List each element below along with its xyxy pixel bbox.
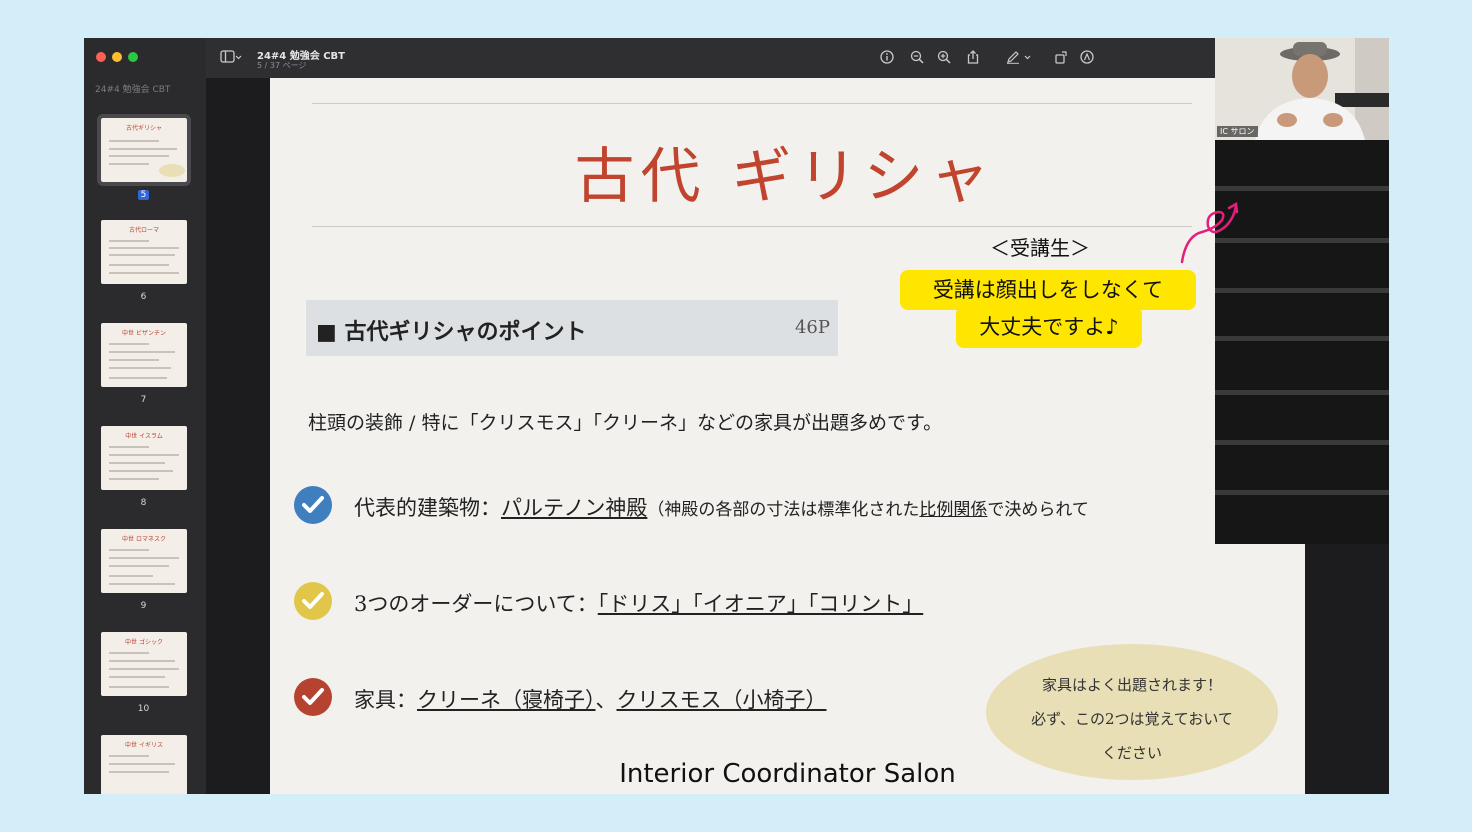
title-rule — [312, 226, 1192, 227]
item-term: 「ドリス」「イオニア」「コリント」 — [597, 592, 924, 616]
item-label: 3つのオーダーについて： — [354, 592, 598, 616]
thumbnail-title: 古代ギリシャ — [125, 125, 162, 132]
caption-line-2: 大丈夫ですよ♪ — [956, 306, 1142, 348]
item-term: パルテノン神殿 — [501, 496, 648, 520]
thumbnail-sidebar: 24#4 勉強会 CBT 古代ギリシャ 5 古代ローマ 6 中世 ビザンチン 7… — [84, 38, 206, 794]
thumbnail-page-number: 6 — [140, 292, 147, 302]
sidebar-toggle-icon[interactable] — [220, 50, 242, 68]
top-rule — [312, 103, 1192, 104]
page-indicator: 5 / 37 ページ — [257, 61, 307, 70]
item-term: クリスモス（小椅子） — [616, 688, 827, 712]
pink-arrow-icon — [1180, 201, 1239, 264]
description-text: 柱頭の装飾 / 特に「クリスモス」「クリーネ」などの家具が出題多めです。 — [308, 412, 943, 434]
webcam-name-label: IC サロン — [1217, 126, 1258, 137]
thumbnail-title: 中世 イギリス — [125, 742, 163, 749]
annotate-icon[interactable] — [1080, 50, 1094, 68]
caption-line-1: 受講は顔出しをしなくて — [900, 270, 1196, 310]
thumbnail-title: 中世 イスラム — [125, 433, 163, 440]
zoom-window-button[interactable] — [128, 52, 138, 62]
slide-title: 古代 ギリシャ — [574, 142, 996, 212]
thumbnail-page-number: 7 — [140, 395, 147, 405]
pdf-page: 古代 ギリシャ ■ 古代ギリシャのポイント 46P 柱頭の装飾 / 特に「クリス… — [270, 78, 1305, 794]
check-icon — [294, 678, 332, 716]
thumbnail-title: 中世 ビザンチン — [122, 330, 166, 337]
markup-pen-icon[interactable] — [1006, 50, 1032, 68]
point-page-ref: 46P — [794, 317, 830, 338]
item-separator: 、 — [595, 688, 617, 712]
item-note-end: で決められて — [987, 500, 1089, 520]
check-icon — [294, 486, 332, 524]
footer-credit: Interior Coordinator Salon — [619, 759, 956, 789]
thumbnail-title: 古代ローマ — [128, 227, 159, 234]
zoom-in-icon[interactable] — [937, 50, 951, 68]
item-label: 家具： — [354, 688, 417, 712]
thumbnail-page-number: 9 — [140, 601, 147, 611]
thumbnail-page-number: 5 — [97, 190, 190, 200]
item-note: （神殿の各部の寸法は標準化された — [647, 500, 920, 520]
thumbnail-title: 中世 ロマネスク — [122, 536, 166, 543]
close-window-button[interactable] — [96, 52, 106, 62]
minimize-window-button[interactable] — [112, 52, 122, 62]
thumbnail-title: 中世 ゴシック — [125, 639, 163, 646]
note-line: 家具はよく出題されます！ — [1041, 676, 1222, 694]
thumbnail-page-number: 10 — [137, 704, 150, 714]
zoom-out-icon[interactable] — [910, 50, 924, 68]
presenter-image — [1215, 38, 1389, 140]
item-note-underlined: 比例関係 — [919, 500, 988, 520]
student-speech-label: ＜受講生＞ — [990, 236, 1090, 260]
share-icon[interactable] — [966, 50, 980, 68]
sidebar-title: 24#4 勉強会 CBT — [95, 85, 171, 95]
thumbnail-page-number: 8 — [140, 498, 147, 508]
point-label: ■ 古代ギリシャのポイント — [316, 319, 587, 345]
rotate-icon[interactable] — [1054, 50, 1068, 68]
preview-window: 24#4 勉強会 CBT 古代ギリシャ 5 古代ローマ 6 中世 ビザンチン 7… — [84, 38, 1389, 794]
point-box: ■ 古代ギリシャのポイント 46P — [306, 300, 838, 356]
item-label: 代表的建築物： — [354, 496, 501, 520]
toolbar: 24#4 勉強会 CBT 5 / 37 ページ 検索 — [206, 38, 1389, 78]
check-icon — [294, 582, 332, 620]
info-icon[interactable] — [880, 50, 894, 68]
webcam-video: IC サロン — [1215, 38, 1389, 140]
item-term: クリーネ（寝椅子） — [417, 688, 596, 712]
note-line: 必ず、この2つは覚えておいて — [1031, 710, 1233, 728]
